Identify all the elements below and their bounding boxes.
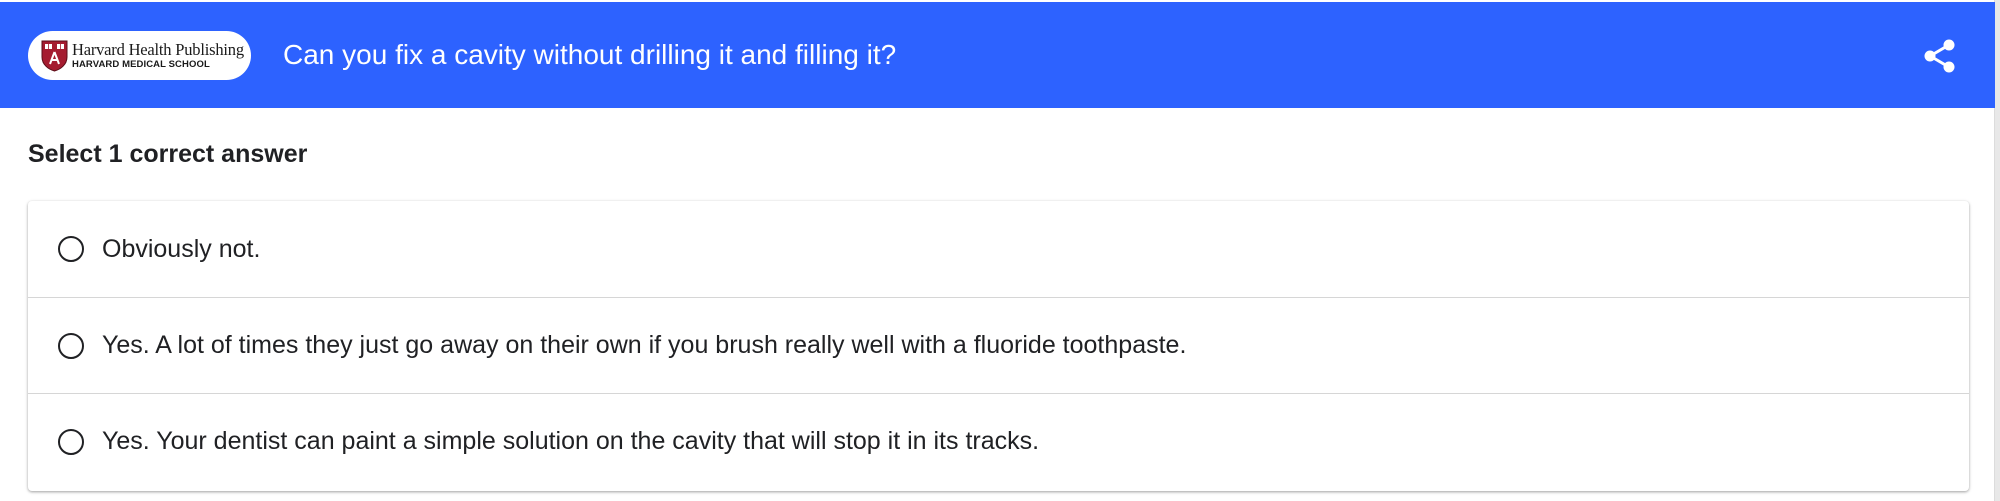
share-icon bbox=[1924, 39, 1955, 73]
answer-option-3[interactable]: Yes. Your dentist can paint a simple sol… bbox=[28, 393, 1969, 489]
logo-text: Harvard Health Publishing HARVARD MEDICA… bbox=[72, 39, 244, 70]
harvard-shield-icon bbox=[41, 40, 68, 72]
logo-school-name: HARVARD MEDICAL SCHOOL bbox=[72, 59, 210, 70]
scrollbar-track[interactable] bbox=[1995, 0, 2000, 501]
answer-instruction: Select 1 correct answer bbox=[28, 140, 308, 168]
harvard-health-logo[interactable]: Harvard Health Publishing HARVARD MEDICA… bbox=[28, 31, 251, 80]
quiz-title: Can you fix a cavity without drilling it… bbox=[283, 39, 897, 70]
answer-option-2[interactable]: Yes. A lot of times they just go away on… bbox=[28, 297, 1969, 393]
radio-button-icon[interactable] bbox=[58, 428, 84, 455]
answer-option-label: Yes. Your dentist can paint a simple sol… bbox=[102, 427, 1040, 455]
radio-button-icon[interactable] bbox=[58, 332, 84, 359]
quiz-header: Harvard Health Publishing HARVARD MEDICA… bbox=[0, 2, 1995, 108]
share-button[interactable] bbox=[1920, 36, 1960, 76]
answer-option-label: Yes. A lot of times they just go away on… bbox=[102, 331, 1187, 359]
answer-options: Obviously not. Yes. A lot of times they … bbox=[28, 201, 1969, 491]
answer-option-1[interactable]: Obviously not. bbox=[28, 201, 1969, 297]
radio-button-icon[interactable] bbox=[58, 236, 84, 262]
quiz-page: Harvard Health Publishing HARVARD MEDICA… bbox=[0, 0, 1995, 501]
logo-publisher-name: Harvard Health Publishing bbox=[72, 39, 244, 59]
answer-option-label: Obviously not. bbox=[102, 234, 261, 263]
